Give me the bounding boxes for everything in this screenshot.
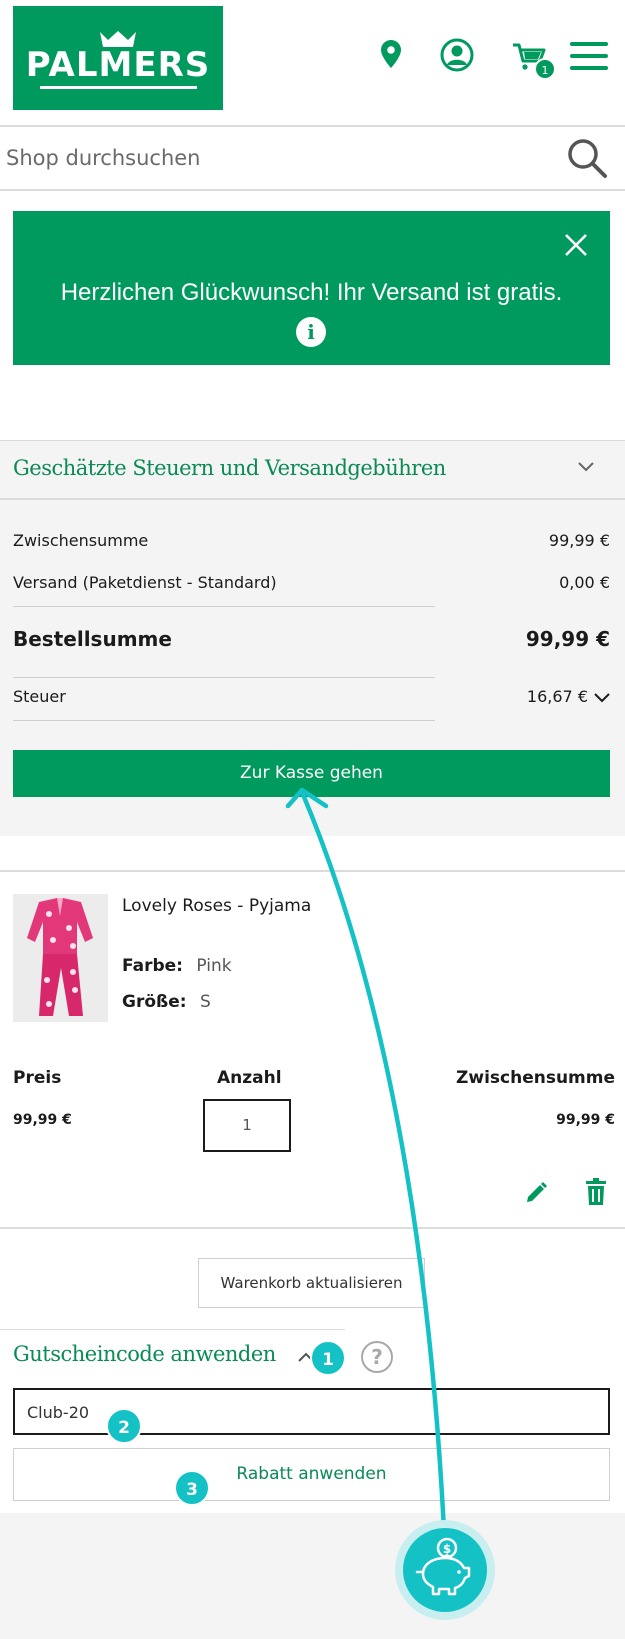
- banner-message: Herzlichen Glückwunsch! Ihr Versand ist …: [60, 279, 563, 306]
- step-badge-2: 2: [106, 1408, 142, 1444]
- site-header: PALMERS 1: [0, 0, 625, 125]
- info-icon[interactable]: i: [296, 317, 326, 347]
- order-total-value: 99,99 €: [525, 627, 610, 651]
- logo-text: PALMERS: [25, 44, 211, 85]
- divider: [13, 677, 435, 678]
- checkout-button[interactable]: Zur Kasse gehen: [13, 750, 610, 797]
- quantity-header: Anzahl: [217, 1068, 282, 1088]
- item-subtotal-header: Zwischensumme: [456, 1068, 615, 1088]
- item-price: 99,99 €: [13, 1112, 72, 1128]
- size-label: Größe:: [122, 992, 187, 1012]
- trash-icon[interactable]: [585, 1178, 607, 1206]
- search-icon[interactable]: [566, 137, 608, 179]
- chevron-down-icon: [578, 462, 594, 472]
- product-color: Farbe: Pink: [122, 956, 232, 976]
- order-summary: Geschätzte Steuern und Versandgebühren Z…: [0, 440, 625, 836]
- product-image[interactable]: [13, 894, 108, 1022]
- item-subtotal: 99,99 €: [556, 1112, 615, 1128]
- update-cart-button[interactable]: Warenkorb aktualisieren: [198, 1258, 425, 1308]
- tax-value: 16,67 €: [526, 687, 588, 706]
- svg-text:$: $: [443, 1542, 451, 1556]
- cart-count-badge: 1: [534, 58, 556, 80]
- piggy-bank-circle: $: [403, 1528, 487, 1612]
- step-badge-1: 1: [310, 1340, 346, 1376]
- coupon-toggle[interactable]: Gutscheincode anwenden: [13, 1342, 276, 1366]
- shipping-value: 0,00 €: [559, 573, 610, 592]
- piggy-bank-icon: $: [415, 1537, 471, 1596]
- pyjama-image: [13, 894, 108, 1022]
- quantity-input[interactable]: 1: [203, 1099, 291, 1152]
- apply-discount-button[interactable]: Rabatt anwenden: [13, 1448, 610, 1501]
- tax-label: Steuer: [13, 687, 66, 706]
- divider: [13, 720, 435, 721]
- subtotal-value: 99,99 €: [548, 531, 610, 550]
- edit-pencil-icon[interactable]: [524, 1181, 548, 1205]
- account-icon[interactable]: [440, 38, 474, 72]
- search-bar: [0, 125, 625, 191]
- shipping-label: Versand (Paketdienst - Standard): [13, 573, 277, 592]
- product-size: Größe: S: [122, 992, 211, 1012]
- size-value: S: [199, 992, 211, 1012]
- step-badge-3: 3: [174, 1470, 210, 1506]
- palmers-logo[interactable]: PALMERS: [13, 6, 223, 110]
- divider: [0, 1329, 345, 1330]
- page-footer-area: [0, 1513, 625, 1639]
- search-input[interactable]: [6, 139, 546, 177]
- price-header: Preis: [13, 1068, 62, 1088]
- cart-item: Lovely Roses - Pyjama Farbe: Pink Größe:…: [0, 870, 625, 1229]
- tax-shipping-estimate-toggle[interactable]: Geschätzte Steuern und Versandgebühren: [0, 441, 625, 500]
- menu-icon[interactable]: [570, 42, 608, 70]
- color-label: Farbe:: [122, 956, 183, 976]
- help-icon[interactable]: ?: [361, 1341, 393, 1373]
- free-shipping-banner: Herzlichen Glückwunsch! Ihr Versand ist …: [13, 211, 610, 365]
- divider: [13, 606, 435, 607]
- savings-piggy-button[interactable]: $: [395, 1520, 495, 1620]
- logo-underline: [39, 85, 197, 89]
- coupon-code-field: [13, 1388, 610, 1435]
- location-pin-icon[interactable]: [381, 40, 401, 68]
- close-icon[interactable]: [562, 231, 590, 259]
- subtotal-label: Zwischensumme: [13, 531, 149, 550]
- summary-title: Geschätzte Steuern und Versandgebühren: [13, 456, 446, 480]
- color-value: Pink: [196, 956, 232, 976]
- chevron-down-icon[interactable]: [594, 693, 610, 703]
- product-name[interactable]: Lovely Roses - Pyjama: [122, 896, 311, 916]
- order-total-label: Bestellsumme: [13, 627, 172, 651]
